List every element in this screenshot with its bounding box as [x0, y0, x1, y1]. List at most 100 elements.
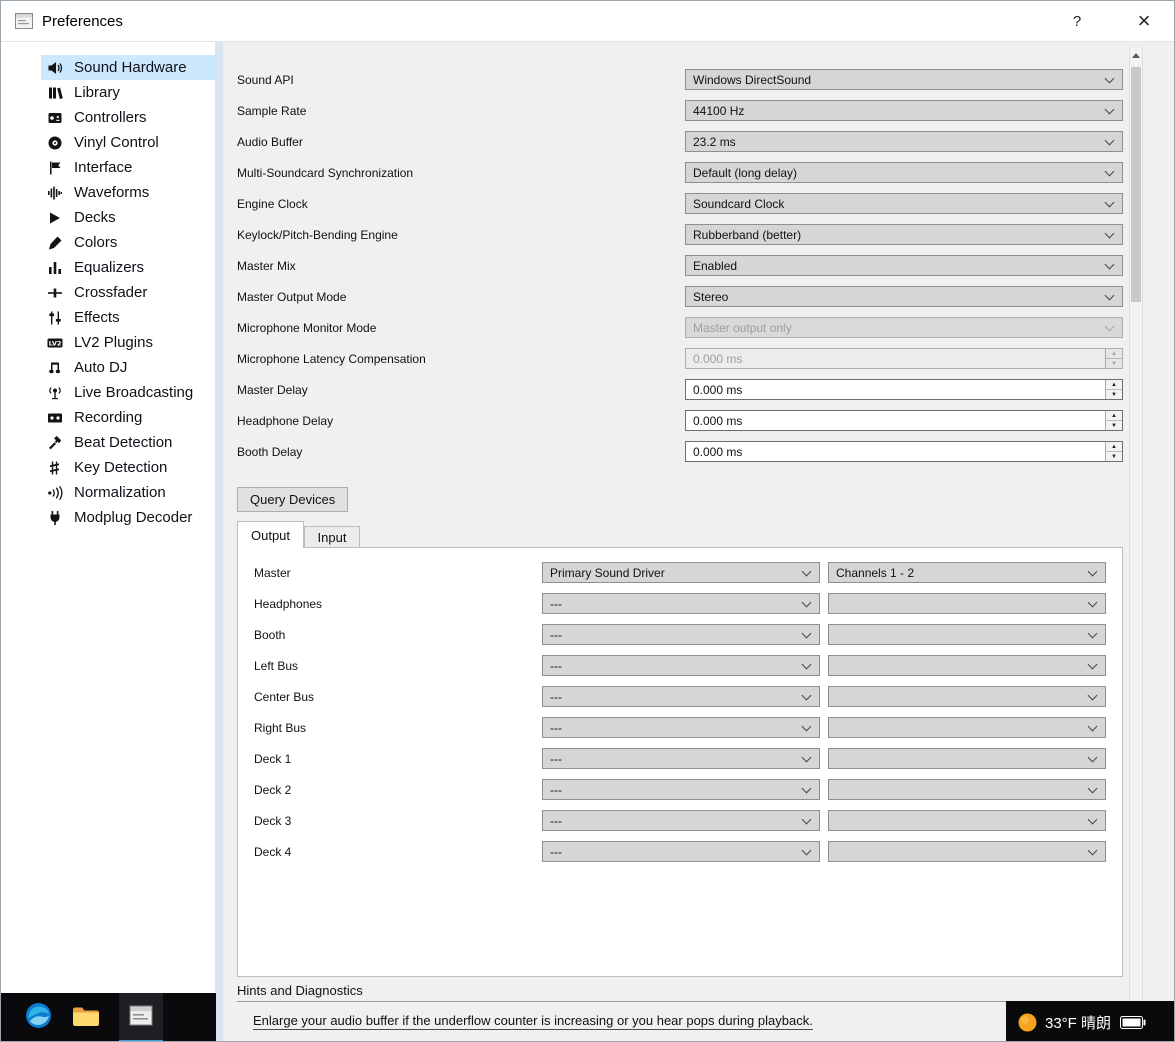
right-bus-device-select[interactable]: ---: [542, 717, 820, 738]
taskbar-tray[interactable]: 33°F 晴朗: [1006, 1001, 1174, 1041]
taskbar-active-app-button[interactable]: [119, 993, 163, 1041]
sidebar-item-effects[interactable]: Effects: [41, 305, 215, 330]
sidebar-item-lv2-plugins[interactable]: LV2 LV2 Plugins: [41, 330, 215, 355]
center-bus-device-select[interactable]: ---: [542, 686, 820, 707]
deck3-channels-select[interactable]: [828, 810, 1106, 831]
sidebar-item-live-broadcasting[interactable]: Live Broadcasting: [41, 380, 215, 405]
routing-label: Deck 1: [254, 751, 292, 766]
deck3-device-select[interactable]: ---: [542, 810, 820, 831]
booth-channels-select[interactable]: [828, 624, 1106, 645]
spin-value: 0.000 ms: [693, 444, 743, 459]
sidebar-item-normalization[interactable]: Normalization: [41, 480, 215, 505]
scroll-up-icon: [1132, 52, 1140, 58]
sidebar-item-equalizers[interactable]: Equalizers: [41, 255, 215, 280]
sidebar-item-beat-detection[interactable]: Beat Detection: [41, 430, 215, 455]
music-notes-icon: [46, 360, 63, 376]
help-button[interactable]: ?: [1054, 1, 1100, 42]
selected-value: 23.2 ms: [693, 134, 736, 149]
master-mix-select[interactable]: Enabled: [685, 255, 1123, 276]
close-button[interactable]: ×: [1114, 1, 1174, 42]
sidebar-item-label: Recording: [74, 409, 143, 426]
deck1-channels-select[interactable]: [828, 748, 1106, 769]
booth-delay-spinbox[interactable]: 0.000 ms ▲ ▼: [685, 441, 1123, 462]
taskbar-edge-button[interactable]: [18, 993, 58, 1041]
master-delay-spinbox[interactable]: 0.000 ms ▲ ▼: [685, 379, 1123, 400]
left-bus-channels-select[interactable]: [828, 655, 1106, 676]
tab-output[interactable]: Output: [237, 521, 304, 548]
sidebar-item-interface[interactable]: Interface: [41, 155, 215, 180]
scrollbar-thumb[interactable]: [1131, 67, 1141, 302]
routing-label: Left Bus: [254, 658, 299, 673]
chevron-down-icon: [1087, 628, 1098, 639]
weather-text[interactable]: 33°F 晴朗: [1045, 1012, 1111, 1033]
spin-up-icon[interactable]: ▲: [1106, 442, 1122, 452]
master-output-mode-select[interactable]: Stereo: [685, 286, 1123, 307]
selected-value: ---: [550, 658, 562, 673]
routing-row: Deck 1 ---: [254, 748, 1122, 769]
sidebar-item-label: Interface: [74, 159, 133, 176]
sidebar-item-library[interactable]: Library: [41, 80, 215, 105]
sidebar-item-decks[interactable]: Decks: [41, 205, 215, 230]
spin-up-icon[interactable]: ▲: [1106, 411, 1122, 421]
setting-label: Booth Delay: [237, 444, 303, 459]
deck1-device-select[interactable]: ---: [542, 748, 820, 769]
deck2-device-select[interactable]: ---: [542, 779, 820, 800]
sidebar-item-auto-dj[interactable]: Auto DJ: [41, 355, 215, 380]
output-routing-panel: Master Primary Sound Driver Channels 1 - 2…: [237, 547, 1123, 977]
setting-label: Multi-Soundcard Synchronization: [237, 165, 414, 180]
sidebar-item-crossfader[interactable]: Crossfader: [41, 280, 215, 305]
scrollbar[interactable]: [1129, 47, 1143, 1041]
chevron-down-icon: [1087, 752, 1098, 763]
right-bus-channels-select[interactable]: [828, 717, 1106, 738]
headphones-device-select[interactable]: ---: [542, 593, 820, 614]
sidebar-item-vinyl-control[interactable]: Vinyl Control: [41, 130, 215, 155]
booth-device-select[interactable]: ---: [542, 624, 820, 645]
sidebar-item-recording[interactable]: Recording: [41, 405, 215, 430]
sidebar-item-waveforms[interactable]: Waveforms: [41, 180, 215, 205]
headphone-delay-spinbox[interactable]: 0.000 ms ▲ ▼: [685, 410, 1123, 431]
chevron-down-icon: [801, 845, 812, 856]
chevron-down-icon: [1087, 845, 1098, 856]
master-device-select[interactable]: Primary Sound Driver: [542, 562, 820, 583]
engine-clock-select[interactable]: Soundcard Clock: [685, 193, 1123, 214]
setting-row: Sound API Windows DirectSound: [237, 69, 1123, 90]
spin-down-icon[interactable]: ▼: [1106, 452, 1122, 461]
brush-icon: [46, 235, 63, 251]
microphone-monitor-mode-select: Master output only: [685, 317, 1123, 338]
preferences-nav: Sound Hardware Library Controllers Vinyl…: [1, 42, 215, 1041]
spin-down-icon[interactable]: ▼: [1106, 421, 1122, 430]
sound-hardware-pane: Sound API Windows DirectSound Sample Rate…: [223, 42, 1174, 1041]
selected-value: ---: [550, 689, 562, 704]
spin-up-icon[interactable]: ▲: [1106, 380, 1122, 390]
tab-input[interactable]: Input: [304, 526, 360, 548]
sound-api-select[interactable]: Windows DirectSound: [685, 69, 1123, 90]
deck4-channels-select[interactable]: [828, 841, 1106, 862]
sidebar-item-label: Colors: [74, 234, 118, 251]
sidebar-item-controllers[interactable]: Controllers: [41, 105, 215, 130]
sample-rate-select[interactable]: 44100 Hz: [685, 100, 1123, 121]
chevron-down-icon: [1104, 104, 1115, 115]
routing-row: Right Bus ---: [254, 717, 1122, 738]
sidebar-item-key-detection[interactable]: Key Detection: [41, 455, 215, 480]
scroll-up-button[interactable]: [1130, 47, 1142, 63]
sidebar-item-sound-hardware[interactable]: Sound Hardware: [41, 55, 215, 80]
setting-row: Engine Clock Soundcard Clock: [237, 193, 1123, 214]
left-bus-device-select[interactable]: ---: [542, 655, 820, 676]
sidebar-item-colors[interactable]: Colors: [41, 230, 215, 255]
keylock-engine-select[interactable]: Rubberband (better): [685, 224, 1123, 245]
multi-soundcard-sync-select[interactable]: Default (long delay): [685, 162, 1123, 183]
deck4-device-select[interactable]: ---: [542, 841, 820, 862]
master-channels-select[interactable]: Channels 1 - 2: [828, 562, 1106, 583]
spin-down-icon[interactable]: ▼: [1106, 390, 1122, 399]
query-devices-button[interactable]: Query Devices: [237, 487, 349, 512]
headphones-channels-select[interactable]: [828, 593, 1106, 614]
audio-buffer-select[interactable]: 23.2 ms: [685, 131, 1123, 152]
spin-value: 0.000 ms: [693, 351, 743, 366]
routing-label: Master: [254, 565, 291, 580]
center-bus-channels-select[interactable]: [828, 686, 1106, 707]
sidebar-item-modplug-decoder[interactable]: Modplug Decoder: [41, 505, 215, 530]
deck2-channels-select[interactable]: [828, 779, 1106, 800]
taskbar-explorer-button[interactable]: [66, 993, 106, 1041]
selected-value: Master output only: [693, 320, 792, 335]
chevron-down-icon: [1104, 73, 1115, 84]
